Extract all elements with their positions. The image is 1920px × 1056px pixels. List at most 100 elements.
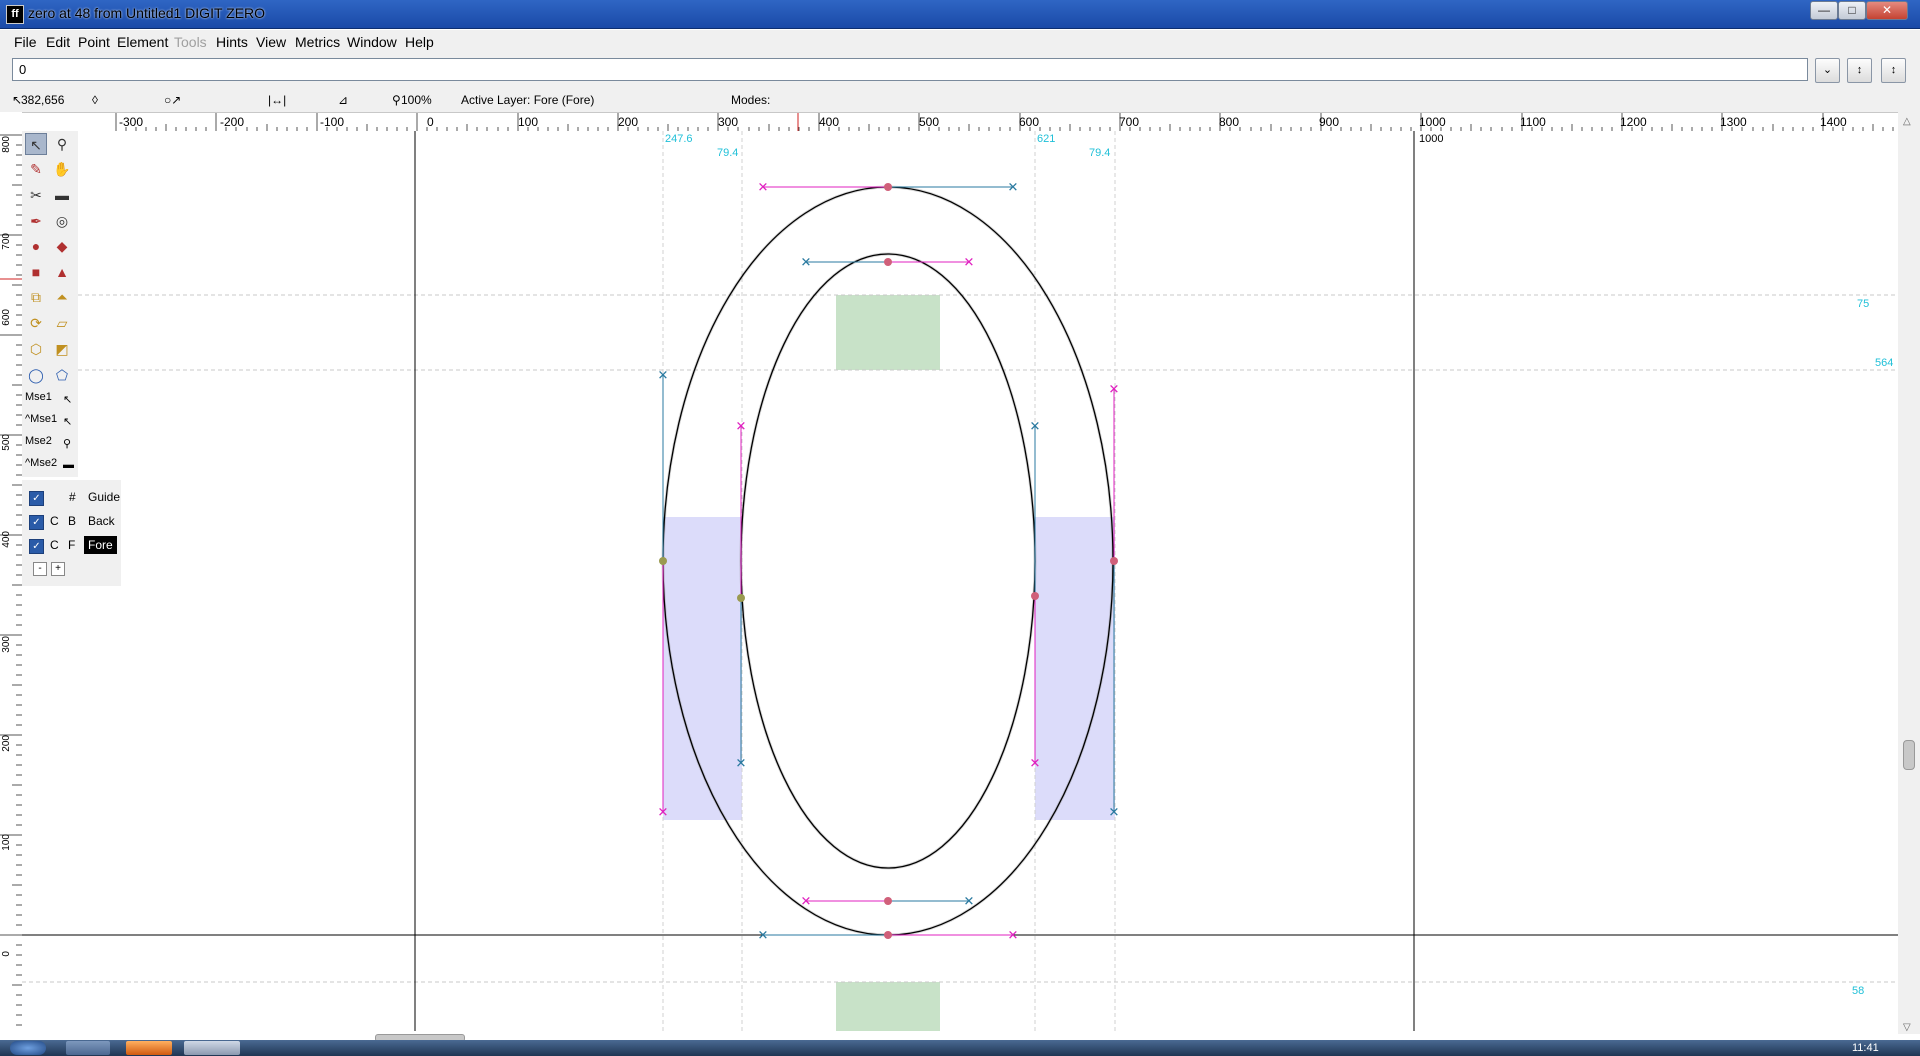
on-curve-point[interactable] [884, 897, 892, 905]
control-handle[interactable]: ✕ [1008, 928, 1019, 943]
layer-guide[interactable]: Guide [88, 490, 120, 504]
cursor-coords: 382,656 [21, 93, 65, 107]
control-handle[interactable]: ✕ [1030, 756, 1041, 771]
glyph-drawing[interactable]: ✕ ✕ ✕ ✕ ✕ ✕ ✕ ✕ ✕ ✕ ✕ ✕ ✕ ✕ ✕ ✕ [22, 131, 1898, 1031]
char-input-row: 0 ⌄ ↕ ↕ [0, 54, 1920, 88]
control-handle[interactable]: ✕ [964, 894, 975, 909]
ruler-tick-label: 600 [1, 309, 12, 326]
ellipse-icon[interactable]: ◯ [25, 364, 47, 386]
on-curve-point[interactable] [1031, 592, 1039, 600]
magnify-icon: ⚲ [63, 438, 72, 450]
menu-file[interactable]: File [14, 34, 37, 50]
layer-back[interactable]: Back [88, 514, 115, 528]
menu-edit[interactable]: Edit [46, 34, 70, 50]
glyph-canvas[interactable]: ✕ ✕ ✕ ✕ ✕ ✕ ✕ ✕ ✕ ✕ ✕ ✕ ✕ ✕ ✕ ✕ 247.6 79… [22, 131, 1898, 1031]
control-handle[interactable]: ✕ [964, 255, 975, 270]
scale-icon[interactable]: ⧉ [25, 286, 47, 308]
ruler-tick-label: 800 [1, 136, 12, 153]
start-button[interactable] [10, 1041, 46, 1055]
taskbar-firefox-button[interactable] [126, 1041, 172, 1055]
control-handle[interactable]: ✕ [758, 180, 769, 195]
on-curve-point[interactable] [884, 258, 892, 266]
ruler-tick-label: 600 [1019, 115, 1040, 129]
on-curve-point[interactable] [884, 931, 892, 939]
ruler-tick-label: 0 [1, 951, 12, 957]
pen-icon[interactable]: ✒ [25, 210, 47, 232]
taskbar [0, 1040, 1920, 1056]
vertical-scrollbar[interactable] [1898, 112, 1920, 1034]
advance-width-label: 1000 [1419, 133, 1444, 145]
perspective-icon[interactable]: ◩ [51, 338, 73, 360]
rotate-icon[interactable]: ⟳ [25, 312, 47, 334]
distance-icon: |↔| [268, 93, 287, 107]
pointer-icon[interactable]: ↖ [25, 133, 47, 155]
hint-position-label: 564 [1875, 357, 1894, 369]
curve-point-icon[interactable]: ● [25, 235, 47, 257]
control-handle[interactable]: ✕ [801, 255, 812, 270]
scroll-up-icon[interactable]: △ [1903, 116, 1911, 127]
control-handle[interactable]: ✕ [758, 928, 769, 943]
layer-visible-checkbox[interactable]: ✓ [29, 491, 44, 506]
corner-point-icon[interactable]: ■ [25, 261, 47, 283]
close-button[interactable]: ✕ [1866, 1, 1908, 20]
vertical-scroll-thumb[interactable] [1903, 740, 1915, 770]
minimize-button[interactable]: — [1810, 1, 1838, 20]
scroll-down-icon[interactable]: ▽ [1903, 1022, 1911, 1033]
sort-order-icon[interactable]: ↕ [1881, 58, 1906, 83]
taskbar-fontforge-button[interactable] [184, 1041, 240, 1055]
on-curve-point[interactable] [1110, 557, 1118, 565]
menu-hints[interactable]: Hints [216, 34, 248, 50]
menu-help[interactable]: Help [405, 34, 434, 50]
skew-icon[interactable]: ▱ [51, 312, 73, 334]
control-handle[interactable]: ✕ [658, 805, 669, 820]
ruler-tick-label: 500 [1, 434, 12, 451]
start-point[interactable] [737, 594, 745, 602]
control-handle[interactable]: ✕ [736, 419, 747, 434]
chevron-down-icon[interactable]: ⌄ [1815, 58, 1840, 83]
horizontal-hint-bottom [836, 982, 940, 1031]
menu-point[interactable]: Point [78, 34, 110, 50]
maximize-button[interactable]: □ [1838, 1, 1866, 20]
title-bar: ff zero at 48 from Untitled1 DIGIT ZERO … [0, 0, 1920, 29]
char-input[interactable]: 0 [12, 58, 1808, 81]
polygon-icon[interactable]: ⬠ [51, 364, 73, 386]
pointer-icon: ↖ [63, 416, 73, 428]
control-handle[interactable]: ✕ [736, 756, 747, 771]
ruler-tick-label: -200 [220, 115, 245, 129]
add-layer-button[interactable]: + [51, 562, 65, 576]
control-handle[interactable]: ✕ [1109, 382, 1120, 397]
control-handle[interactable]: ✕ [658, 368, 669, 383]
hv-curve-point-icon[interactable]: ◆ [51, 235, 73, 257]
magnify-icon[interactable]: ⚲ [51, 133, 73, 155]
ruler-icon: ▬ [63, 459, 74, 471]
menu-window[interactable]: Window [347, 34, 397, 50]
remove-layer-button[interactable]: - [33, 562, 47, 576]
start-point[interactable] [659, 557, 667, 565]
flip-icon[interactable]: ⏶ [51, 286, 73, 308]
layer-visible-checkbox[interactable]: ✓ [29, 515, 44, 530]
control-handle[interactable]: ✕ [1008, 180, 1019, 195]
hand-icon[interactable]: ✋ [51, 158, 73, 180]
ruler-tick-label: -300 [119, 115, 144, 129]
control-handle[interactable]: ✕ [801, 894, 812, 909]
menu-element[interactable]: Element [117, 34, 168, 50]
on-curve-point[interactable] [884, 183, 892, 191]
menu-view[interactable]: View [256, 34, 286, 50]
taskbar-explorer-button[interactable] [66, 1041, 110, 1055]
spiro-icon[interactable]: ◎ [51, 210, 73, 232]
ctrl-mouse1-label: ^Mse1 [25, 413, 58, 425]
ruler-tick-label: -100 [320, 115, 345, 129]
control-handle[interactable]: ✕ [1030, 419, 1041, 434]
tangent-point-icon[interactable]: ▲ [51, 261, 73, 283]
layer-visible-checkbox[interactable]: ✓ [29, 539, 44, 554]
ruler-icon[interactable]: ▬ [51, 184, 73, 206]
perspective-3d-icon[interactable]: ⬡ [25, 338, 47, 360]
pencil-icon[interactable]: ✎ [25, 158, 47, 180]
layer-fore[interactable]: Fore [84, 536, 117, 554]
control-handle[interactable]: ✕ [1109, 805, 1120, 820]
ruler-tick-label: 900 [1319, 115, 1340, 129]
menu-metrics[interactable]: Metrics [295, 34, 340, 50]
knife-icon[interactable]: ✂ [25, 184, 47, 206]
ruler-tick-label: 200 [1, 735, 12, 752]
sort-icon[interactable]: ↕ [1847, 58, 1872, 83]
